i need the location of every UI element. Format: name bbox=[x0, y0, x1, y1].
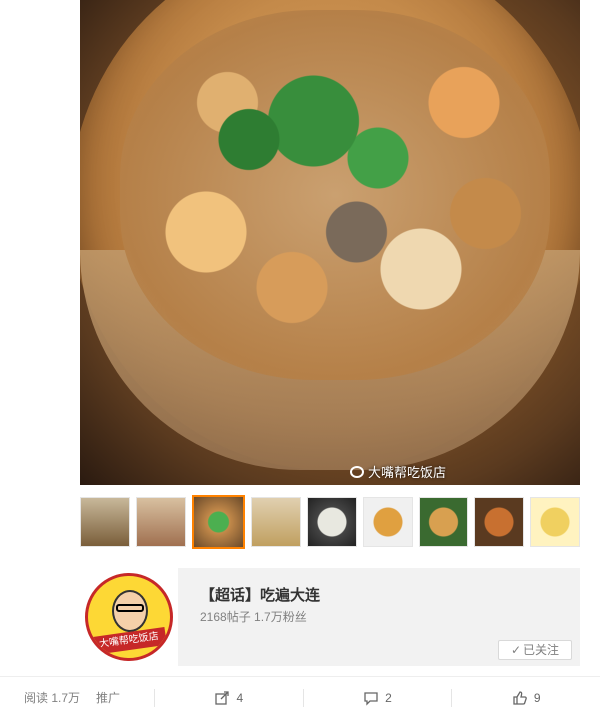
thumbnail[interactable] bbox=[362, 497, 413, 547]
thumbnail[interactable] bbox=[307, 497, 357, 547]
thumbnail[interactable] bbox=[530, 497, 581, 547]
weibo-logo-icon bbox=[350, 465, 364, 478]
like-count: 9 bbox=[533, 690, 541, 705]
thumbnail-selected[interactable] bbox=[191, 495, 246, 549]
share-icon bbox=[215, 690, 230, 705]
read-promote-group: 阅读 1.7万 推广 bbox=[0, 689, 154, 706]
comment-count: 2 bbox=[385, 690, 392, 705]
followed-button[interactable]: ✓ 已关注 bbox=[498, 640, 572, 660]
photo-watermark: 大嘴帮吃饭店 bbox=[350, 462, 446, 481]
watermark-text: 大嘴帮吃饭店 bbox=[368, 465, 447, 480]
dish-food bbox=[120, 10, 550, 380]
comment-icon bbox=[364, 691, 378, 706]
thumbnail[interactable] bbox=[474, 497, 525, 547]
share-button[interactable]: 4 bbox=[155, 690, 303, 706]
main-photo[interactable]: 大嘴帮吃饭店 bbox=[80, 0, 580, 485]
comment-button[interactable]: 2 bbox=[304, 690, 452, 706]
topic-title[interactable]: 【超话】吃遍大连 bbox=[200, 584, 320, 605]
thumbnail[interactable] bbox=[251, 497, 302, 547]
avatar-banner: 大嘴帮吃饭店 bbox=[91, 626, 167, 656]
thumbnail[interactable] bbox=[135, 497, 186, 547]
followed-label: 已关注 bbox=[523, 643, 560, 657]
topic-stats: 2168帖子 1.7万粉丝 bbox=[200, 610, 307, 624]
avatar-logo: 大嘴帮吃饭店 bbox=[85, 573, 173, 661]
check-icon: ✓ bbox=[510, 643, 522, 657]
topic-avatar[interactable]: 大嘴帮吃饭店 bbox=[80, 568, 178, 666]
read-count: 阅读 1.7万 bbox=[24, 691, 81, 705]
thumbnail[interactable] bbox=[80, 497, 130, 547]
like-button[interactable]: 9 bbox=[452, 690, 600, 706]
thumbnail[interactable] bbox=[418, 497, 469, 547]
promote-link[interactable]: 推广 bbox=[96, 689, 120, 706]
weibo-post-card: 大嘴帮吃饭店 大嘴帮吃饭店 【超话】吃遍大连 2168帖子 1.7万粉丝 ✓ 已关… bbox=[0, 0, 600, 718]
glasses-icon bbox=[116, 604, 144, 612]
thumbs-up-icon bbox=[513, 690, 527, 705]
share-count: 4 bbox=[236, 690, 244, 705]
action-bar: 阅读 1.7万 推广 4 2 9 bbox=[0, 676, 600, 718]
thumbnail-strip bbox=[80, 495, 581, 549]
super-topic-card[interactable]: 大嘴帮吃饭店 【超话】吃遍大连 2168帖子 1.7万粉丝 ✓ 已关注 bbox=[80, 568, 580, 666]
